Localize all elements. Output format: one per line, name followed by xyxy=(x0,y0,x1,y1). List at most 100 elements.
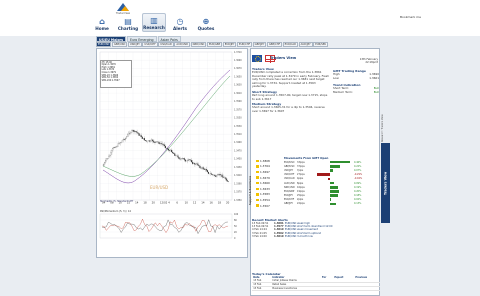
y-tick-label: 1.3470 xyxy=(234,149,242,152)
candle-body xyxy=(172,151,174,154)
movement-percent: 0.07% xyxy=(354,168,362,172)
movement-bar-track xyxy=(308,173,352,176)
alert-row[interactable]: 3 Feb 14:00 1.3619 EUR/USD 3-month low xyxy=(252,235,380,238)
y-tick-label: 1.3650 xyxy=(234,75,242,78)
pair-tab-gbp-jpy[interactable]: GBP/JPY xyxy=(252,42,267,47)
level-value: 1.3697 xyxy=(260,169,270,174)
pair-tab-eur-usd[interactable]: EUR/USD xyxy=(96,42,112,47)
level-value: 1.3583 xyxy=(260,192,270,197)
candle-body xyxy=(110,152,112,156)
movement-row: GBP/JPY 22pips 0.13% xyxy=(284,202,380,206)
traders-view-tab[interactable]: Traders View xyxy=(381,143,390,223)
alert-text: EUR/USD 3-month low xyxy=(285,234,313,238)
pair-tab-eur-gbp[interactable]: EUR/GBP xyxy=(206,42,223,47)
trend-medium-value: Bull xyxy=(373,89,379,94)
nav-label: Research xyxy=(143,25,165,30)
candle-body xyxy=(108,156,110,159)
alert-icon: ◷ xyxy=(176,17,184,26)
indicator-y-label: 0 xyxy=(234,237,236,240)
candle-body xyxy=(111,150,113,153)
calendar-cell xyxy=(354,286,380,292)
analysis-text: EUR/USD completed a correction from the … xyxy=(252,70,330,89)
pair-tab-eur-chf[interactable]: EUR/CHF xyxy=(237,42,253,47)
candle-body xyxy=(106,158,108,161)
level-value: 1.3507 xyxy=(260,203,270,208)
indicator-y-label: 20 xyxy=(234,231,237,234)
candle-body xyxy=(149,140,151,142)
candle-body xyxy=(206,170,208,173)
short-strategy-text: Part long around 1.3507-90, target now 1… xyxy=(252,92,328,101)
movements-list: EUR/USD 33pips 0.46% GBP/USD 37pips 0.22% USD/… xyxy=(284,160,380,206)
medium-strategy-text: Short around 1.3605-31 for a dip to 1.35… xyxy=(252,105,325,113)
movement-pips: 8pips xyxy=(297,181,304,185)
x-tick-label: 16 xyxy=(209,201,213,205)
candle-body xyxy=(184,159,186,162)
nav-home[interactable]: ⌂ Home xyxy=(90,13,114,32)
nav-research[interactable]: ▥ Research xyxy=(142,13,166,32)
candle-body xyxy=(177,155,179,158)
candle-body xyxy=(121,140,123,143)
candle-body xyxy=(183,158,185,160)
y-tick-label: 1.3550 xyxy=(234,117,242,120)
candle-body xyxy=(133,130,135,132)
x-tick-label: 4 xyxy=(168,201,170,205)
pair-tab-aud-usd[interactable]: AUD/USD xyxy=(174,42,191,47)
x-tick-label: 20 xyxy=(152,201,156,205)
y-tick-label: 1.3370 xyxy=(234,191,242,194)
range-low: Low: 1.3661 xyxy=(333,75,379,81)
pair-tab-eur-cad[interactable]: EUR/CAD xyxy=(282,42,299,47)
candle-body xyxy=(155,141,157,143)
pair-tab-aud-jpy[interactable]: AUD/JPY xyxy=(298,42,313,47)
y-tick-label: 1.3670 xyxy=(234,67,242,70)
candle-body xyxy=(122,139,124,141)
research-icon: ▥ xyxy=(150,16,158,25)
y-tick-label: 1.3490 xyxy=(234,141,242,144)
indicator-y-label: 80 xyxy=(234,219,237,222)
candle-body xyxy=(211,173,213,175)
candle-body xyxy=(131,130,133,133)
movement-percent: 0.02% xyxy=(354,198,362,202)
logo-icon[interactable] xyxy=(116,2,130,12)
movement-pair: GBP/JPY xyxy=(284,202,293,206)
nav-charting[interactable]: ▤ Charting xyxy=(116,13,140,32)
movement-pair: USD/JPY xyxy=(284,168,294,172)
movement-bar-track xyxy=(308,164,352,168)
pair-tab-usd-jpy[interactable]: USD/JPY xyxy=(127,42,142,47)
pair-tab-nzd-usd[interactable]: NZD/USD xyxy=(190,42,207,47)
movement-percent: -0.29% xyxy=(354,173,363,177)
candle-body xyxy=(226,180,228,182)
pair-tab-usd-chf[interactable]: USD/CHF xyxy=(142,42,158,47)
candle-body xyxy=(217,174,219,176)
candle-body xyxy=(201,167,203,169)
quotes-icon: ⊕ xyxy=(202,17,210,26)
candle-body xyxy=(145,140,147,142)
nav-quotes[interactable]: ⊕ Quotes xyxy=(194,13,218,32)
candle-body xyxy=(159,143,161,144)
pair-tab-gbp-chf[interactable]: GBP/CHF xyxy=(267,42,283,47)
candle-body xyxy=(225,178,227,181)
level-marker-icon xyxy=(256,170,259,174)
x-tick-label: 6 xyxy=(176,201,178,205)
pair-tab-gbp-usd[interactable]: GBP/USD xyxy=(111,42,128,47)
alerts-block: Recent Market Alerts 13 Feb 09:51 1.3681 E… xyxy=(252,218,380,238)
trend-medium: Medium Term: Bull xyxy=(333,89,379,95)
movement-bar xyxy=(330,190,339,193)
levels-list: 1.3808 1.3764 1.3697 1.3679 1.3660 1.3633 1.35… xyxy=(256,158,282,208)
candle-body xyxy=(171,149,173,153)
candle-body xyxy=(194,163,196,165)
candle-body xyxy=(215,175,217,177)
pair-tab-usd-cad[interactable]: USD/CAD xyxy=(158,42,174,47)
bookmark-link[interactable]: Bookmark me xyxy=(400,15,421,19)
movement-bar xyxy=(330,164,340,168)
x-tick-label: 10 xyxy=(185,201,189,205)
calendar-row: 13 Feb Business Inventories xyxy=(252,286,380,292)
nav-alerts[interactable]: ◷ Alerts xyxy=(168,13,192,32)
pair-tab-eur-sek[interactable]: EUR/SEK xyxy=(313,42,329,47)
candle-body xyxy=(148,140,150,142)
range-low-value: 1.3661 xyxy=(369,75,379,80)
movement-pair: USD/CAD xyxy=(284,177,295,181)
candle-body xyxy=(174,153,176,156)
pair-tab-eur-jpy[interactable]: EUR/JPY xyxy=(222,42,237,47)
x-tick-label: 18 xyxy=(143,201,147,205)
candle-body xyxy=(224,177,226,179)
